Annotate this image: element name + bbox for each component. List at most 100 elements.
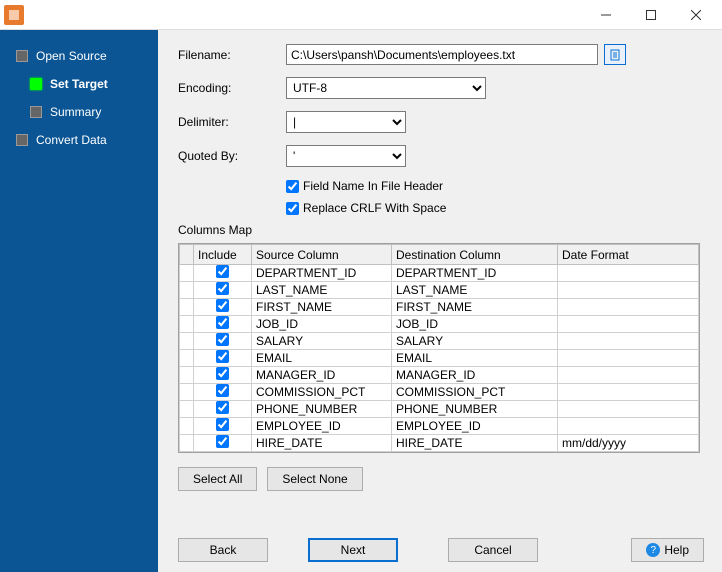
quoted-by-label: Quoted By: — [178, 149, 286, 163]
date-format-cell[interactable] — [558, 350, 699, 367]
source-column-cell[interactable]: EMAIL — [252, 350, 392, 367]
destination-column-cell[interactable]: COMMISSION_PCT — [392, 384, 558, 401]
source-column-cell[interactable]: PHONE_NUMBER — [252, 401, 392, 418]
app-icon — [4, 5, 24, 25]
date-format-cell[interactable] — [558, 316, 699, 333]
include-checkbox[interactable] — [216, 316, 229, 329]
destination-column-cell[interactable]: JOB_ID — [392, 316, 558, 333]
sidebar-item-label: Summary — [50, 105, 101, 119]
grid-header-destination[interactable]: Destination Column — [392, 245, 558, 265]
include-checkbox[interactable] — [216, 299, 229, 312]
browse-file-button[interactable] — [604, 44, 626, 65]
date-format-cell[interactable] — [558, 265, 699, 282]
destination-column-cell[interactable]: LAST_NAME — [392, 282, 558, 299]
source-column-cell[interactable]: FIRST_NAME — [252, 299, 392, 316]
table-row[interactable]: JOB_IDJOB_ID — [180, 316, 699, 333]
include-checkbox[interactable] — [216, 265, 229, 278]
delimiter-select[interactable]: | — [286, 111, 406, 133]
source-column-cell[interactable]: COMMISSION_PCT — [252, 384, 392, 401]
date-format-cell[interactable] — [558, 367, 699, 384]
date-format-cell[interactable] — [558, 333, 699, 350]
titlebar — [0, 0, 722, 30]
destination-column-cell[interactable]: PHONE_NUMBER — [392, 401, 558, 418]
sidebar-item-open-source[interactable]: Open Source — [0, 42, 158, 70]
table-row[interactable]: HIRE_DATEHIRE_DATEmm/dd/yyyy — [180, 435, 699, 452]
maximize-button[interactable] — [628, 0, 673, 30]
row-handle[interactable] — [180, 350, 194, 367]
include-checkbox[interactable] — [216, 384, 229, 397]
source-column-cell[interactable]: EMPLOYEE_ID — [252, 418, 392, 435]
sidebar-item-summary[interactable]: Summary — [0, 98, 158, 126]
include-checkbox[interactable] — [216, 282, 229, 295]
table-row[interactable]: EMPLOYEE_IDEMPLOYEE_ID — [180, 418, 699, 435]
select-all-button[interactable]: Select All — [178, 467, 257, 491]
table-row[interactable]: LAST_NAMELAST_NAME — [180, 282, 699, 299]
cancel-button[interactable]: Cancel — [448, 538, 538, 562]
include-checkbox[interactable] — [216, 435, 229, 448]
date-format-cell[interactable] — [558, 384, 699, 401]
include-checkbox[interactable] — [216, 350, 229, 363]
date-format-cell[interactable] — [558, 401, 699, 418]
next-button[interactable]: Next — [308, 538, 398, 562]
source-column-cell[interactable]: SALARY — [252, 333, 392, 350]
wizard-sidebar: Open Source Set Target Summary Convert D… — [0, 30, 158, 572]
select-none-button[interactable]: Select None — [267, 467, 362, 491]
row-handle[interactable] — [180, 333, 194, 350]
date-format-cell[interactable] — [558, 299, 699, 316]
step-bullet-active-icon — [30, 78, 42, 90]
row-handle[interactable] — [180, 418, 194, 435]
source-column-cell[interactable]: JOB_ID — [252, 316, 392, 333]
table-row[interactable]: FIRST_NAMEFIRST_NAME — [180, 299, 699, 316]
date-format-cell[interactable] — [558, 418, 699, 435]
field-name-header-checkbox[interactable] — [286, 180, 299, 193]
source-column-cell[interactable]: HIRE_DATE — [252, 435, 392, 452]
include-checkbox[interactable] — [216, 418, 229, 431]
replace-crlf-checkbox[interactable] — [286, 202, 299, 215]
row-handle[interactable] — [180, 435, 194, 452]
include-checkbox[interactable] — [216, 401, 229, 414]
destination-column-cell[interactable]: EMAIL — [392, 350, 558, 367]
date-format-cell[interactable] — [558, 282, 699, 299]
source-column-cell[interactable]: LAST_NAME — [252, 282, 392, 299]
row-handle[interactable] — [180, 282, 194, 299]
row-handle[interactable] — [180, 265, 194, 282]
table-row[interactable]: DEPARTMENT_IDDEPARTMENT_ID — [180, 265, 699, 282]
row-handle[interactable] — [180, 384, 194, 401]
grid-header-source[interactable]: Source Column — [252, 245, 392, 265]
destination-column-cell[interactable]: EMPLOYEE_ID — [392, 418, 558, 435]
include-checkbox[interactable] — [216, 333, 229, 346]
include-checkbox[interactable] — [216, 367, 229, 380]
minimize-button[interactable] — [583, 0, 628, 30]
row-handle[interactable] — [180, 316, 194, 333]
destination-column-cell[interactable]: SALARY — [392, 333, 558, 350]
destination-column-cell[interactable]: MANAGER_ID — [392, 367, 558, 384]
help-button-label: Help — [664, 543, 689, 557]
columns-map-grid[interactable]: Include Source Column Destination Column… — [178, 243, 700, 453]
source-column-cell[interactable]: MANAGER_ID — [252, 367, 392, 384]
filename-input[interactable] — [286, 44, 598, 65]
help-button[interactable]: ? Help — [631, 538, 704, 562]
destination-column-cell[interactable]: HIRE_DATE — [392, 435, 558, 452]
row-handle[interactable] — [180, 401, 194, 418]
table-row[interactable]: MANAGER_IDMANAGER_ID — [180, 367, 699, 384]
sidebar-item-set-target[interactable]: Set Target — [0, 70, 158, 98]
grid-header-include[interactable]: Include — [194, 245, 252, 265]
date-format-cell[interactable]: mm/dd/yyyy — [558, 435, 699, 452]
grid-header-date-format[interactable]: Date Format — [558, 245, 699, 265]
table-row[interactable]: PHONE_NUMBERPHONE_NUMBER — [180, 401, 699, 418]
grid-header-handle — [180, 245, 194, 265]
table-row[interactable]: SALARYSALARY — [180, 333, 699, 350]
row-handle[interactable] — [180, 367, 194, 384]
sidebar-item-convert-data[interactable]: Convert Data — [0, 126, 158, 154]
close-button[interactable] — [673, 0, 718, 30]
encoding-select[interactable]: UTF-8 — [286, 77, 486, 99]
back-button[interactable]: Back — [178, 538, 268, 562]
table-row[interactable]: COMMISSION_PCTCOMMISSION_PCT — [180, 384, 699, 401]
table-row[interactable]: EMAILEMAIL — [180, 350, 699, 367]
destination-column-cell[interactable]: DEPARTMENT_ID — [392, 265, 558, 282]
destination-column-cell[interactable]: FIRST_NAME — [392, 299, 558, 316]
source-column-cell[interactable]: DEPARTMENT_ID — [252, 265, 392, 282]
quoted-by-select[interactable]: ' — [286, 145, 406, 167]
sidebar-item-label: Convert Data — [36, 133, 107, 147]
row-handle[interactable] — [180, 299, 194, 316]
